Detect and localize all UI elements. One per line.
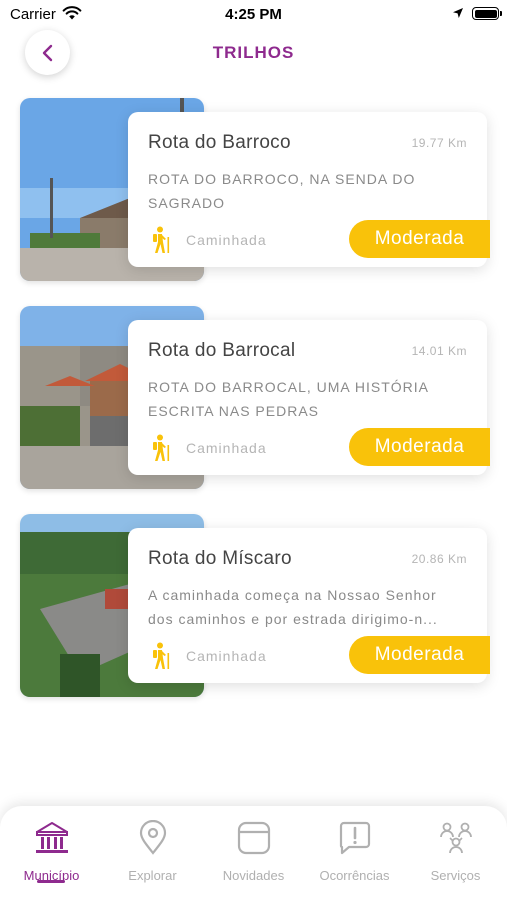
town-hall-icon <box>35 822 68 853</box>
difficulty-badge[interactable]: Moderada <box>349 636 490 674</box>
tab-label: Serviços <box>430 868 481 883</box>
trail-name: Rota do Barrocal <box>148 340 296 361</box>
services-icon <box>439 822 472 854</box>
trail-description: ROTA DO BARROCAL, UMA HISTÓRIA ESCRITA N… <box>148 379 429 419</box>
status-bar: Carrier 4:25 PM <box>0 0 507 30</box>
tab-ocorrencias[interactable]: Ocorrências <box>304 820 405 890</box>
page-title: TRILHOS <box>212 43 295 62</box>
alert-message-icon <box>339 821 370 855</box>
tab-label: Novidades <box>222 868 285 883</box>
trail-item[interactable]: Rota do Míscaro 20.86 Km A caminhada com… <box>20 514 490 699</box>
tab-label: Explorar <box>128 868 177 883</box>
trail-item[interactable]: Rota do Barroco 19.77 Km ROTA DO BARROCO… <box>20 98 490 283</box>
location-arrow-icon <box>453 8 463 18</box>
trail-distance: 20.86 Km <box>411 552 467 566</box>
news-icon <box>237 821 270 855</box>
hiker-icon <box>153 642 170 669</box>
trail-type: Caminhada <box>186 648 267 664</box>
trail-distance: 19.77 Km <box>411 136 467 150</box>
trail-distance: 14.01 Km <box>411 344 467 358</box>
trail-type: Caminhada <box>186 440 267 456</box>
trail-description: A caminhada começa na Nossao Senhor dos … <box>148 587 438 627</box>
tab-servicos[interactable]: Serviços <box>405 820 506 890</box>
clock: 4:25 PM <box>225 6 282 23</box>
tab-label: Ocorrências <box>319 868 390 883</box>
trail-item[interactable]: Rota do Barrocal 14.01 Km ROTA DO BARROC… <box>20 306 490 491</box>
trail-card[interactable]: Rota do Barroco 19.77 Km ROTA DO BARROCO… <box>128 112 490 267</box>
map-pin-icon <box>139 820 166 855</box>
bottom-tab-bar: Município Explorar Novidades Ocorrências <box>0 806 507 900</box>
trail-type: Caminhada <box>186 232 267 248</box>
active-tab-indicator <box>37 880 65 883</box>
tab-novidades[interactable]: Novidades <box>203 820 304 890</box>
trail-description: ROTA DO BARROCO, NA SENDA DO SAGRADO <box>148 171 416 211</box>
battery-icon <box>472 7 502 20</box>
trail-card[interactable]: Rota do Barrocal 14.01 Km ROTA DO BARROC… <box>128 320 490 475</box>
difficulty-badge[interactable]: Moderada <box>349 220 490 258</box>
hiker-icon <box>153 434 170 461</box>
difficulty-badge[interactable]: Moderada <box>349 428 490 466</box>
trail-name: Rota do Barroco <box>148 132 291 153</box>
tab-explorar[interactable]: Explorar <box>102 820 203 890</box>
trail-name: Rota do Míscaro <box>148 548 292 569</box>
trail-card[interactable]: Rota do Míscaro 20.86 Km A caminhada com… <box>128 528 490 683</box>
hiker-icon <box>153 226 170 253</box>
